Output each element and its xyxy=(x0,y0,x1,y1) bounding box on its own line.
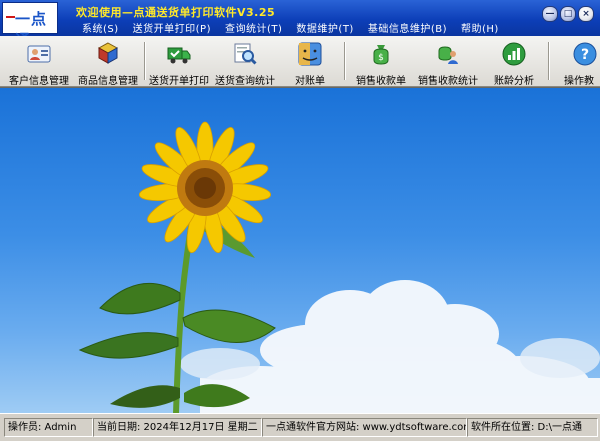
toolbar-label: 操作教 xyxy=(564,76,594,85)
toolbar-label: 销售收款单 xyxy=(356,76,406,87)
bar-chart-icon xyxy=(502,42,526,66)
minimize-button[interactable]: — xyxy=(542,6,558,22)
logo-dash-mark xyxy=(6,16,15,18)
svg-text:$: $ xyxy=(378,53,384,63)
help-question-icon: ? xyxy=(573,42,597,66)
toolbar: 客户信息管理 商品信息管理 送货开单打印 送货查询统计 对账单 $ 销售收款单 … xyxy=(0,36,600,87)
sunflower-wallpaper xyxy=(78,121,600,414)
status-location: 软件所在位置: D:\一点通 xyxy=(467,418,598,437)
toolbar-delivery-query-button[interactable]: 送货查询统计 xyxy=(212,39,278,87)
toolbar-customer-button[interactable]: 客户信息管理 xyxy=(4,39,74,87)
toolbar-tutorial-button[interactable]: ? 操作教 xyxy=(558,39,600,85)
main-workspace xyxy=(0,87,600,414)
toolbar-receipt-stats-button[interactable]: 销售收款统计 xyxy=(414,39,482,87)
toolbar-aging-button[interactable]: 账龄分析 xyxy=(488,39,540,87)
menu-delivery-print[interactable]: 送货开单打印(P) xyxy=(127,20,219,35)
title-bar: 一点通 欢迎使用—点通送货单打印软件V3.25 系统(S) 送货开单打印(P) … xyxy=(0,0,600,49)
toolbar-label: 账龄分析 xyxy=(494,76,534,87)
finder-face-icon xyxy=(298,42,322,66)
status-website: 一点通软件官方网站: www.ydtsoftware.com xyxy=(262,418,467,437)
minimize-icon: — xyxy=(545,9,555,19)
status-date: 当前日期: 2024年12月17日 星期二 xyxy=(93,418,262,437)
window-controls: — □ × xyxy=(542,6,594,22)
toolbar-delivery-button[interactable]: 送货开单打印 xyxy=(146,39,212,87)
search-magnifier-icon xyxy=(234,43,257,65)
toolbar-label: 客户信息管理 xyxy=(9,76,69,87)
toolbar-label: 商品信息管理 xyxy=(78,76,138,87)
toolbar-separator xyxy=(344,42,346,80)
toolbar-label: 送货查询统计 xyxy=(215,76,275,87)
restore-button[interactable]: □ xyxy=(560,6,576,22)
close-icon: × xyxy=(582,9,590,19)
menu-data-maintenance[interactable]: 数据维护(T) xyxy=(290,20,361,35)
menu-help[interactable]: 帮助(H) xyxy=(455,20,507,35)
svg-text:?: ? xyxy=(581,47,589,63)
menu-basic-info[interactable]: 基础信息维护(B) xyxy=(362,20,455,35)
status-operator: 操作员: Admin xyxy=(4,418,93,437)
toolbar-statement-button[interactable]: 对账单 xyxy=(284,39,336,87)
close-button[interactable]: × xyxy=(578,6,594,22)
toolbar-separator xyxy=(548,42,550,80)
money-bag-icon: $ xyxy=(373,45,389,65)
toolbar-label: 对账单 xyxy=(295,76,325,87)
window-title: 欢迎使用—点通送货单打印软件V3.25 xyxy=(76,6,276,19)
money-people-icon xyxy=(438,46,458,64)
restore-icon: □ xyxy=(563,9,573,19)
toolbar-label: 送货开单打印 xyxy=(149,76,209,87)
toolbar-label: 销售收款统计 xyxy=(418,76,478,87)
menu-system[interactable]: 系统(S) xyxy=(76,20,127,35)
menu-bar: 系统(S) 送货开单打印(P) 查询统计(T) 数据维护(T) 基础信息维护(B… xyxy=(76,20,507,35)
toolbar-receipt-button[interactable]: $ 销售收款单 xyxy=(350,39,412,87)
status-bar: 操作员: Admin 当前日期: 2024年12月17日 星期二 一点通软件官方… xyxy=(0,413,600,441)
customer-card-icon xyxy=(27,45,51,63)
menu-query-stats[interactable]: 查询统计(T) xyxy=(219,20,290,35)
product-boxes-icon xyxy=(97,42,119,64)
delivery-truck-icon xyxy=(167,47,191,64)
app-logo: 一点通 xyxy=(2,2,58,49)
toolbar-product-button[interactable]: 商品信息管理 xyxy=(74,39,142,87)
